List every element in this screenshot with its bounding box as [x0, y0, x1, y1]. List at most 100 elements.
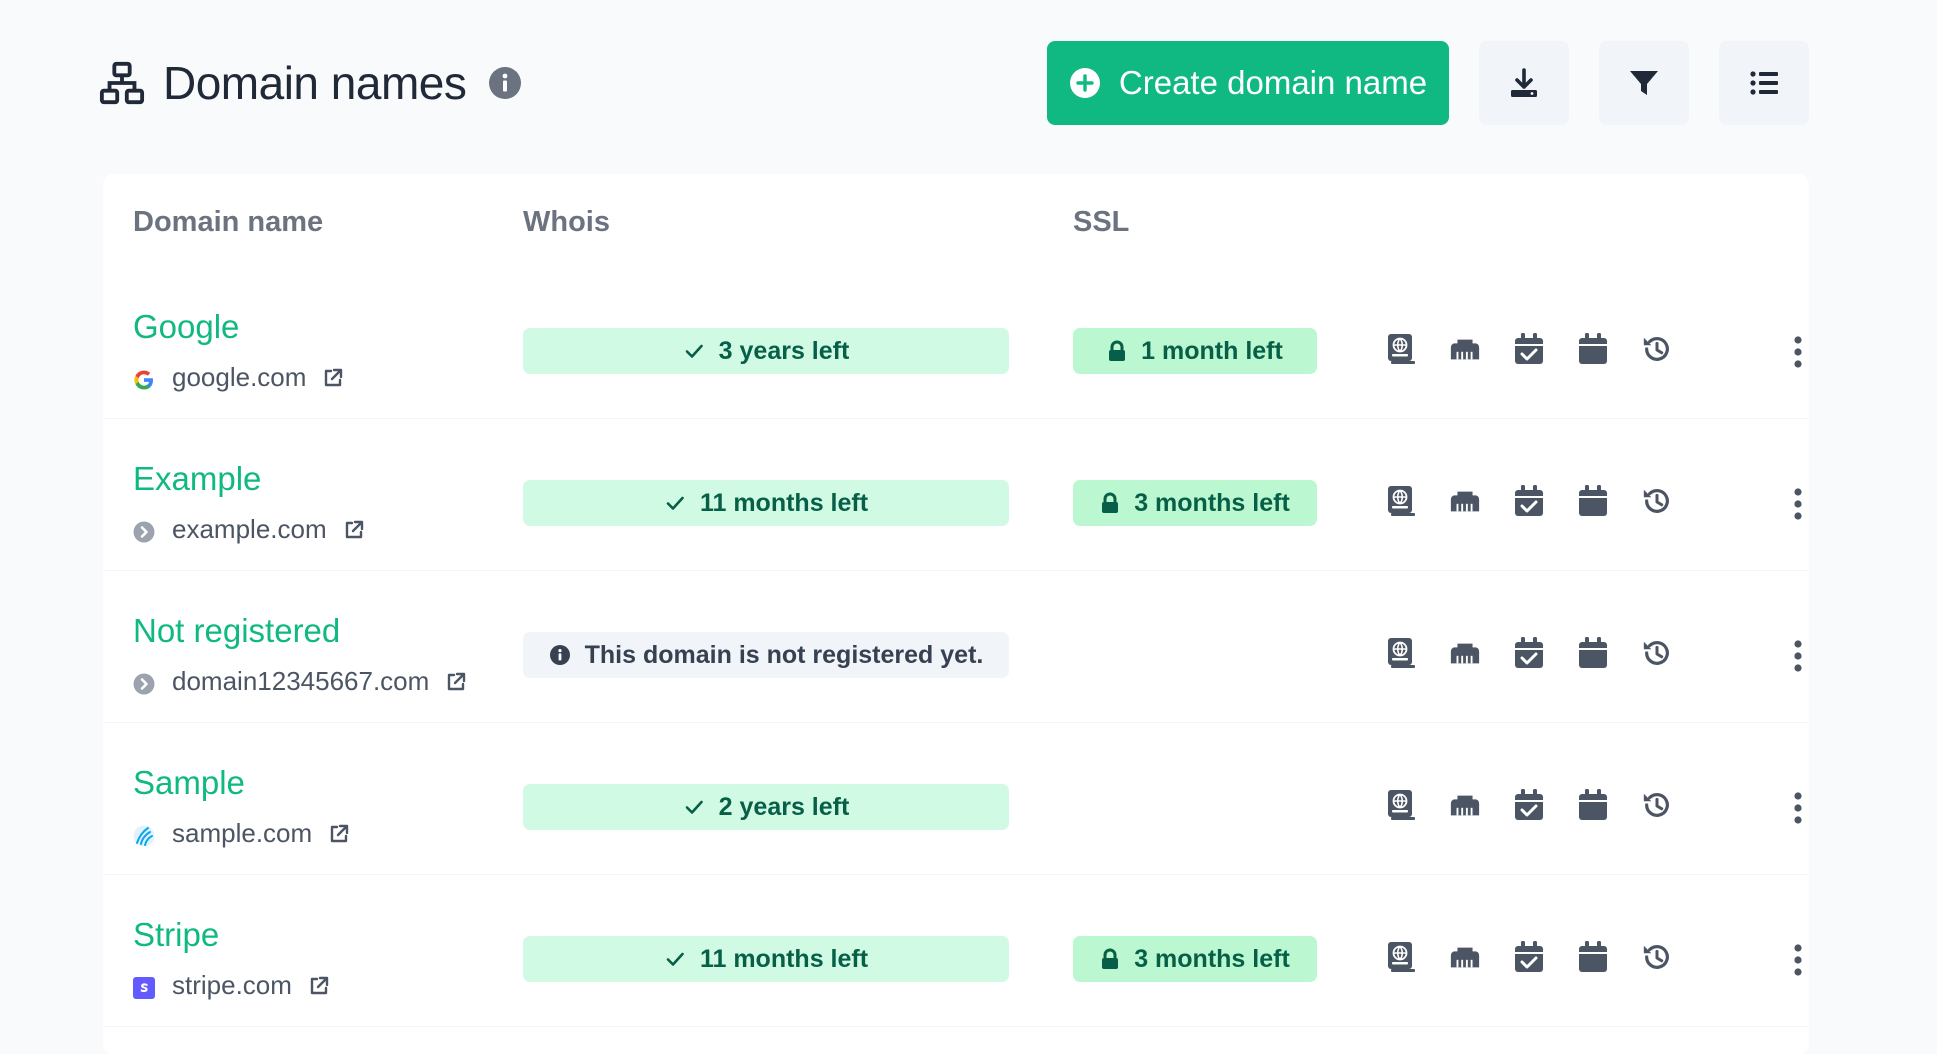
- ssl-status-badge: 1 month left: [1073, 328, 1317, 374]
- info-icon[interactable]: [488, 66, 522, 100]
- whois-status-badge: 11 months left: [523, 480, 1009, 526]
- whois-status-badge: This domain is not registered yet.: [523, 632, 1009, 678]
- chevron-circle-icon: [133, 671, 155, 694]
- more-options-icon[interactable]: [1793, 792, 1803, 824]
- ssl-status-text: 1 month left: [1141, 336, 1283, 365]
- external-link-icon[interactable]: [322, 367, 344, 389]
- row-actions: [1385, 484, 1673, 518]
- calendar-icon[interactable]: [1577, 332, 1609, 366]
- more-options-icon[interactable]: [1793, 336, 1803, 368]
- sample-logo-icon: [133, 823, 155, 846]
- list-icon: [1750, 71, 1778, 95]
- domain-url: stripe.com: [133, 970, 330, 1001]
- domain-name-link[interactable]: Example: [133, 460, 261, 498]
- domain-url-text: stripe.com: [172, 970, 292, 1000]
- column-header-domain: Domain name: [133, 206, 324, 238]
- column-header-whois: Whois: [523, 206, 610, 238]
- whois-status-text: 11 months left: [699, 944, 869, 973]
- external-link-icon[interactable]: [343, 519, 365, 541]
- whois-status-badge: 11 months left: [523, 936, 1009, 982]
- history-icon[interactable]: [1641, 940, 1673, 974]
- ethernet-icon[interactable]: [1449, 636, 1481, 670]
- table-row: Example example.com 11 months left 3 mon…: [103, 418, 1809, 571]
- check-icon: [666, 496, 684, 510]
- whois-status-text: 3 years left: [718, 336, 850, 365]
- history-icon[interactable]: [1641, 788, 1673, 822]
- calendar-icon[interactable]: [1577, 940, 1609, 974]
- domain-url: domain12345667.com: [133, 666, 467, 697]
- history-icon[interactable]: [1641, 332, 1673, 366]
- table-row: Stripe stripe.com 11 months left 3 month…: [103, 874, 1809, 1027]
- domain-url: example.com: [133, 514, 365, 545]
- stripe-icon: [133, 975, 155, 999]
- history-icon[interactable]: [1641, 636, 1673, 670]
- domain-name-link[interactable]: Sample: [133, 764, 245, 802]
- ssl-status-text: 3 months left: [1134, 488, 1290, 517]
- calendar-check-icon[interactable]: [1513, 332, 1545, 366]
- lock-icon: [1109, 340, 1126, 361]
- check-icon: [685, 800, 703, 814]
- ssl-status-badge: 3 months left: [1073, 936, 1317, 982]
- filter-icon: [1630, 71, 1658, 95]
- table-row: Not registered domain12345667.com This d…: [103, 570, 1809, 723]
- lock-icon: [1102, 948, 1119, 969]
- page-header: Domain names Create domain name: [99, 40, 1809, 126]
- external-link-icon[interactable]: [308, 975, 330, 997]
- info-circle-icon: [549, 645, 570, 665]
- ethernet-icon[interactable]: [1449, 332, 1481, 366]
- domain-name-link[interactable]: Google: [133, 308, 239, 346]
- list-view-button[interactable]: [1719, 41, 1809, 125]
- check-icon: [685, 344, 703, 358]
- create-domain-button[interactable]: Create domain name: [1047, 41, 1449, 125]
- filter-button[interactable]: [1599, 41, 1689, 125]
- calendar-icon[interactable]: [1577, 636, 1609, 670]
- chevron-circle-icon: [133, 519, 155, 542]
- ethernet-icon[interactable]: [1449, 788, 1481, 822]
- plus-circle-icon: [1069, 68, 1100, 98]
- whois-status-text: 11 months left: [699, 488, 869, 517]
- domain-url-text: sample.com: [172, 818, 313, 848]
- more-options-icon[interactable]: [1793, 944, 1803, 976]
- whois-status-text: This domain is not registered yet.: [584, 640, 984, 669]
- google-icon: [133, 367, 155, 390]
- ssl-status-badge: 3 months left: [1073, 480, 1317, 526]
- calendar-icon[interactable]: [1577, 484, 1609, 518]
- table-row: Google google.com 3 years left 1 month l…: [103, 266, 1809, 419]
- external-link-icon[interactable]: [445, 671, 467, 693]
- domain-name-link[interactable]: Not registered: [133, 612, 340, 650]
- download-icon: [1511, 68, 1537, 97]
- address-book-icon[interactable]: [1385, 484, 1417, 518]
- more-options-icon[interactable]: [1793, 640, 1803, 672]
- domain-url-text: google.com: [172, 362, 307, 392]
- external-link-icon[interactable]: [328, 823, 350, 845]
- address-book-icon[interactable]: [1385, 636, 1417, 670]
- whois-status-badge: 3 years left: [523, 328, 1009, 374]
- calendar-check-icon[interactable]: [1513, 940, 1545, 974]
- whois-status-text: 2 years left: [718, 792, 850, 821]
- column-header-ssl: SSL: [1073, 206, 1130, 238]
- domain-url-text: domain12345667.com: [172, 666, 430, 696]
- calendar-check-icon[interactable]: [1513, 484, 1545, 518]
- ethernet-icon[interactable]: [1449, 940, 1481, 974]
- whois-status-badge: 2 years left: [523, 784, 1009, 830]
- download-button[interactable]: [1479, 41, 1569, 125]
- row-actions: [1385, 636, 1673, 670]
- more-options-icon[interactable]: [1793, 488, 1803, 520]
- ssl-status-text: 3 months left: [1134, 944, 1290, 973]
- address-book-icon[interactable]: [1385, 788, 1417, 822]
- row-actions: [1385, 788, 1673, 822]
- ethernet-icon[interactable]: [1449, 484, 1481, 518]
- domain-url-text: example.com: [172, 514, 327, 544]
- history-icon[interactable]: [1641, 484, 1673, 518]
- calendar-check-icon[interactable]: [1513, 788, 1545, 822]
- calendar-check-icon[interactable]: [1513, 636, 1545, 670]
- table-row: Sample sample.com 2 years left: [103, 722, 1809, 875]
- calendar-icon[interactable]: [1577, 788, 1609, 822]
- domain-name-link[interactable]: Stripe: [133, 916, 219, 954]
- sitemap-icon: [99, 61, 145, 105]
- address-book-icon[interactable]: [1385, 332, 1417, 366]
- row-actions: [1385, 940, 1673, 974]
- create-domain-label: Create domain name: [1118, 64, 1428, 101]
- check-icon: [666, 952, 684, 966]
- address-book-icon[interactable]: [1385, 940, 1417, 974]
